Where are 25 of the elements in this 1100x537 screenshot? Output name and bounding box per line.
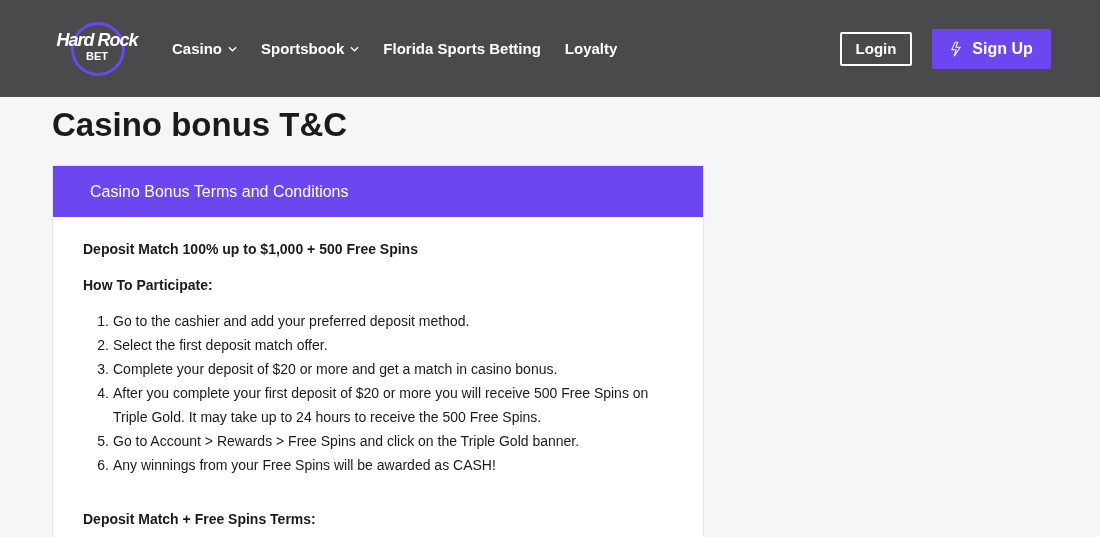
list-item-text: Any winnings from your Free Spins will be awarded as CASH! (113, 456, 497, 475)
section-heading: Deposit Match + Free Spins Terms: (83, 510, 317, 529)
list-number: 5. (96, 432, 110, 451)
nav-link[interactable]: Loyalty (564, 40, 618, 57)
sign-up-button[interactable]: Sign Up (932, 28, 1051, 69)
list-item-text: Complete your deposit of $20 or more and get a match in casino bonus. (113, 360, 559, 379)
list-item-text: Go to Account > Rewards > Free Spins and click on the Triple Gold banner. (113, 432, 581, 451)
page-title: Casino bonus T&C (52, 105, 349, 145)
offer-heading: Deposit Match 100% up to $1,000 + 500 Free Spins (83, 240, 419, 259)
list-number: 2. (96, 336, 110, 355)
list-item-text: Go to the cashier and add your preferred deposit method. (113, 312, 471, 331)
nav-link[interactable]: Sportsbook (261, 40, 360, 57)
login-button[interactable]: Login (840, 31, 912, 66)
logo-subtitle: BET (86, 49, 108, 62)
list-number: 6. (96, 456, 110, 475)
list-number: 1. (96, 312, 110, 331)
list-number: 4. (96, 384, 110, 403)
section-heading: How To Participate: (83, 276, 214, 295)
list-item-text: Select the first deposit match offer. (113, 336, 329, 355)
nav-link[interactable]: Florida Sports Betting (383, 40, 541, 57)
lightning-bolt-icon (950, 40, 963, 57)
list-number: 3. (96, 360, 110, 379)
list-item-text: After you complete your first deposit of $20 or more you will receive 500 Free Spins on Triple Gold. It may take up to 24 hours to receive the 500 Free Spins. (113, 384, 650, 427)
card-title: Casino Bonus Terms and Conditions (90, 182, 349, 201)
nav-link[interactable]: Casino (172, 40, 237, 57)
